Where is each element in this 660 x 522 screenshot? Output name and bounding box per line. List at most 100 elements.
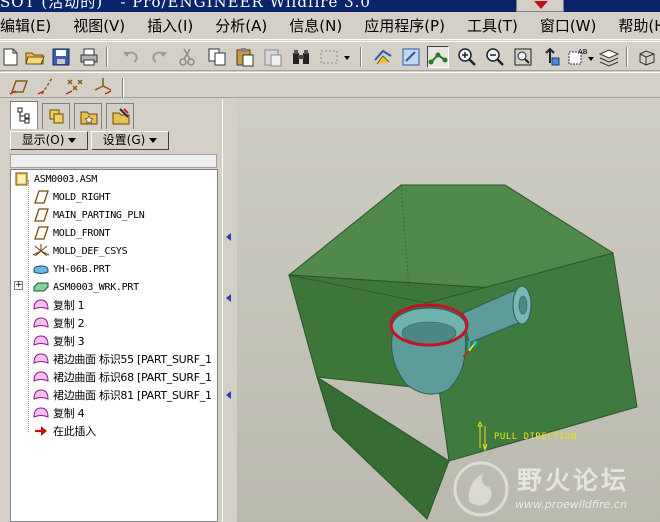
datum-display-icon[interactable] bbox=[427, 46, 449, 68]
tree-header bbox=[10, 154, 217, 168]
chevron-down-icon bbox=[149, 138, 158, 143]
main-toolbar: AB bbox=[0, 41, 660, 71]
view-manager-icon[interactable] bbox=[636, 46, 658, 68]
model-tree-tab[interactable] bbox=[10, 101, 38, 129]
tree-item[interactable]: 复制 1 bbox=[32, 296, 85, 314]
settings-dropdown[interactable]: 设置(G) bbox=[91, 131, 169, 150]
point-display-icon[interactable] bbox=[64, 75, 86, 97]
new-icon[interactable] bbox=[0, 46, 22, 68]
tree-item[interactable]: 裙边曲面 标识55 [PART_SURF_1 bbox=[32, 350, 212, 368]
cut-icon[interactable] bbox=[176, 46, 198, 68]
paste-special-icon[interactable] bbox=[262, 46, 284, 68]
collapse-arrow-icon[interactable] bbox=[226, 391, 231, 399]
menu-window[interactable]: 窗口(W) bbox=[540, 15, 597, 36]
menu-info[interactable]: 信息(N) bbox=[289, 15, 342, 36]
layers-icon[interactable] bbox=[598, 46, 620, 68]
open-icon[interactable] bbox=[24, 46, 46, 68]
tree-item[interactable]: 裙边曲面 标识81 [PART_SURF_1 bbox=[32, 386, 212, 404]
tree-item[interactable]: 复制 2 bbox=[32, 314, 85, 332]
title-dropdown-button[interactable] bbox=[516, 0, 564, 12]
datum-plane-icon bbox=[32, 207, 50, 223]
layer-tab[interactable] bbox=[42, 103, 70, 129]
surface-icon bbox=[32, 405, 50, 421]
collapse-arrow-icon[interactable] bbox=[226, 233, 231, 241]
tree-item-root[interactable]: ASM0003.ASM bbox=[13, 170, 97, 188]
part-icon bbox=[32, 261, 50, 277]
paste-icon[interactable] bbox=[234, 46, 256, 68]
menu-analysis[interactable]: 分析(A) bbox=[215, 15, 267, 36]
pull-direction-label: PULL DIRECTION bbox=[494, 432, 577, 442]
svg-text:AB: AB bbox=[578, 48, 588, 56]
redo-icon[interactable] bbox=[148, 46, 170, 68]
folder-tab[interactable] bbox=[106, 103, 134, 129]
menu-applications[interactable]: 应用程序(P) bbox=[364, 15, 445, 36]
proe-window: SOT (活动的) - Pro/ENGINEER Wildfire 3.0 编辑… bbox=[0, 0, 660, 522]
tree-item-label: MAIN_PARTING_PLN bbox=[53, 209, 145, 221]
tree-item-label: 裙边曲面 标识68 [PART_SURF_1 bbox=[53, 371, 212, 384]
csys-display-icon[interactable] bbox=[92, 75, 114, 97]
tree-item[interactable]: MOLD_RIGHT bbox=[32, 188, 111, 206]
datum-plane-icon bbox=[32, 189, 50, 205]
datum-plane-icon bbox=[32, 225, 50, 241]
tree-item-label: 复制 2 bbox=[53, 317, 85, 330]
tree-item-label: YH-06B.PRT bbox=[53, 263, 111, 275]
copy-icon[interactable] bbox=[206, 46, 228, 68]
surface-icon bbox=[32, 387, 50, 403]
view-mode-icon[interactable] bbox=[400, 46, 422, 68]
spin-center-icon[interactable] bbox=[372, 46, 394, 68]
zoom-in-icon[interactable] bbox=[456, 46, 478, 68]
tree-item-label: MOLD_FRONT bbox=[53, 227, 111, 239]
tree-item[interactable]: 复制 4 bbox=[32, 404, 85, 422]
reorient-icon[interactable] bbox=[540, 46, 562, 68]
menu-bar: 编辑(E) 视图(V) 插入(I) 分析(A) 信息(N) 应用程序(P) 工具… bbox=[0, 12, 660, 40]
surface-icon bbox=[32, 297, 50, 313]
toolbar-separator bbox=[626, 47, 628, 67]
watermark-text: 野火论坛 bbox=[517, 466, 630, 495]
save-icon[interactable] bbox=[50, 46, 72, 68]
tree-item[interactable]: 复制 3 bbox=[32, 332, 85, 350]
settings-dropdown-label: 设置(G) bbox=[102, 133, 146, 147]
tree-item[interactable]: 裙边曲面 标识68 [PART_SURF_1 bbox=[32, 368, 212, 386]
workpiece-icon bbox=[32, 279, 50, 295]
surface-icon bbox=[32, 351, 50, 367]
part-cup-inner-floor bbox=[401, 321, 457, 345]
csys-marker bbox=[473, 341, 477, 345]
axis-display-icon[interactable] bbox=[36, 75, 58, 97]
menu-insert[interactable]: 插入(I) bbox=[147, 15, 193, 36]
undo-icon[interactable] bbox=[120, 46, 142, 68]
favorites-tab[interactable] bbox=[74, 103, 102, 129]
select-box-icon[interactable] bbox=[318, 46, 352, 68]
saved-views-icon[interactable]: AB bbox=[566, 46, 596, 68]
show-dropdown[interactable]: 显示(O) bbox=[10, 131, 88, 150]
tree-item[interactable]: YH-06B.PRT bbox=[32, 260, 111, 278]
tree-item-label: 复制 3 bbox=[53, 335, 85, 348]
menu-view[interactable]: 视图(V) bbox=[73, 15, 125, 36]
menu-edit[interactable]: 编辑(E) bbox=[0, 15, 51, 36]
tree-item-label: 复制 1 bbox=[53, 299, 85, 312]
title-bar: SOT (活动的) - Pro/ENGINEER Wildfire 3.0 bbox=[0, 0, 660, 12]
binoculars-icon[interactable] bbox=[290, 46, 312, 68]
collapse-arrow-icon[interactable] bbox=[226, 294, 231, 302]
toolbar-separator bbox=[106, 47, 108, 67]
menu-help[interactable]: 帮助(H) bbox=[618, 15, 660, 36]
watermark-logo-icon bbox=[453, 461, 509, 517]
expand-toggle[interactable]: + bbox=[14, 281, 23, 290]
refit-icon[interactable] bbox=[512, 46, 534, 68]
tree-item-label: MOLD_RIGHT bbox=[53, 191, 111, 203]
panel-splitter[interactable] bbox=[222, 99, 236, 522]
tree-item[interactable]: ASM0003_WRK.PRT bbox=[32, 278, 139, 296]
tree-item-insert-here[interactable]: 在此插入 bbox=[32, 422, 96, 440]
navigator-panel: 显示(O) 设置(G) + ASM0003.ASM MOLD_RIGHT MAI… bbox=[0, 99, 225, 522]
model-tree: + ASM0003.ASM MOLD_RIGHT MAIN_PARTING_PL… bbox=[10, 169, 218, 522]
tree-item[interactable]: MOLD_FRONT bbox=[32, 224, 111, 242]
datum-toolbar bbox=[0, 72, 660, 98]
plane-display-icon[interactable] bbox=[8, 75, 30, 97]
print-icon[interactable] bbox=[78, 46, 100, 68]
forum-watermark: 野火论坛 www.proewildfire.cn bbox=[449, 455, 660, 522]
tree-item[interactable]: MAIN_PARTING_PLN bbox=[32, 206, 145, 224]
zoom-out-icon[interactable] bbox=[484, 46, 506, 68]
tree-item[interactable]: MOLD_DEF_CSYS bbox=[32, 242, 128, 260]
menu-tools[interactable]: 工具(T) bbox=[467, 15, 518, 36]
insert-arrow-icon bbox=[32, 423, 50, 439]
show-dropdown-label: 显示(O) bbox=[21, 133, 65, 147]
